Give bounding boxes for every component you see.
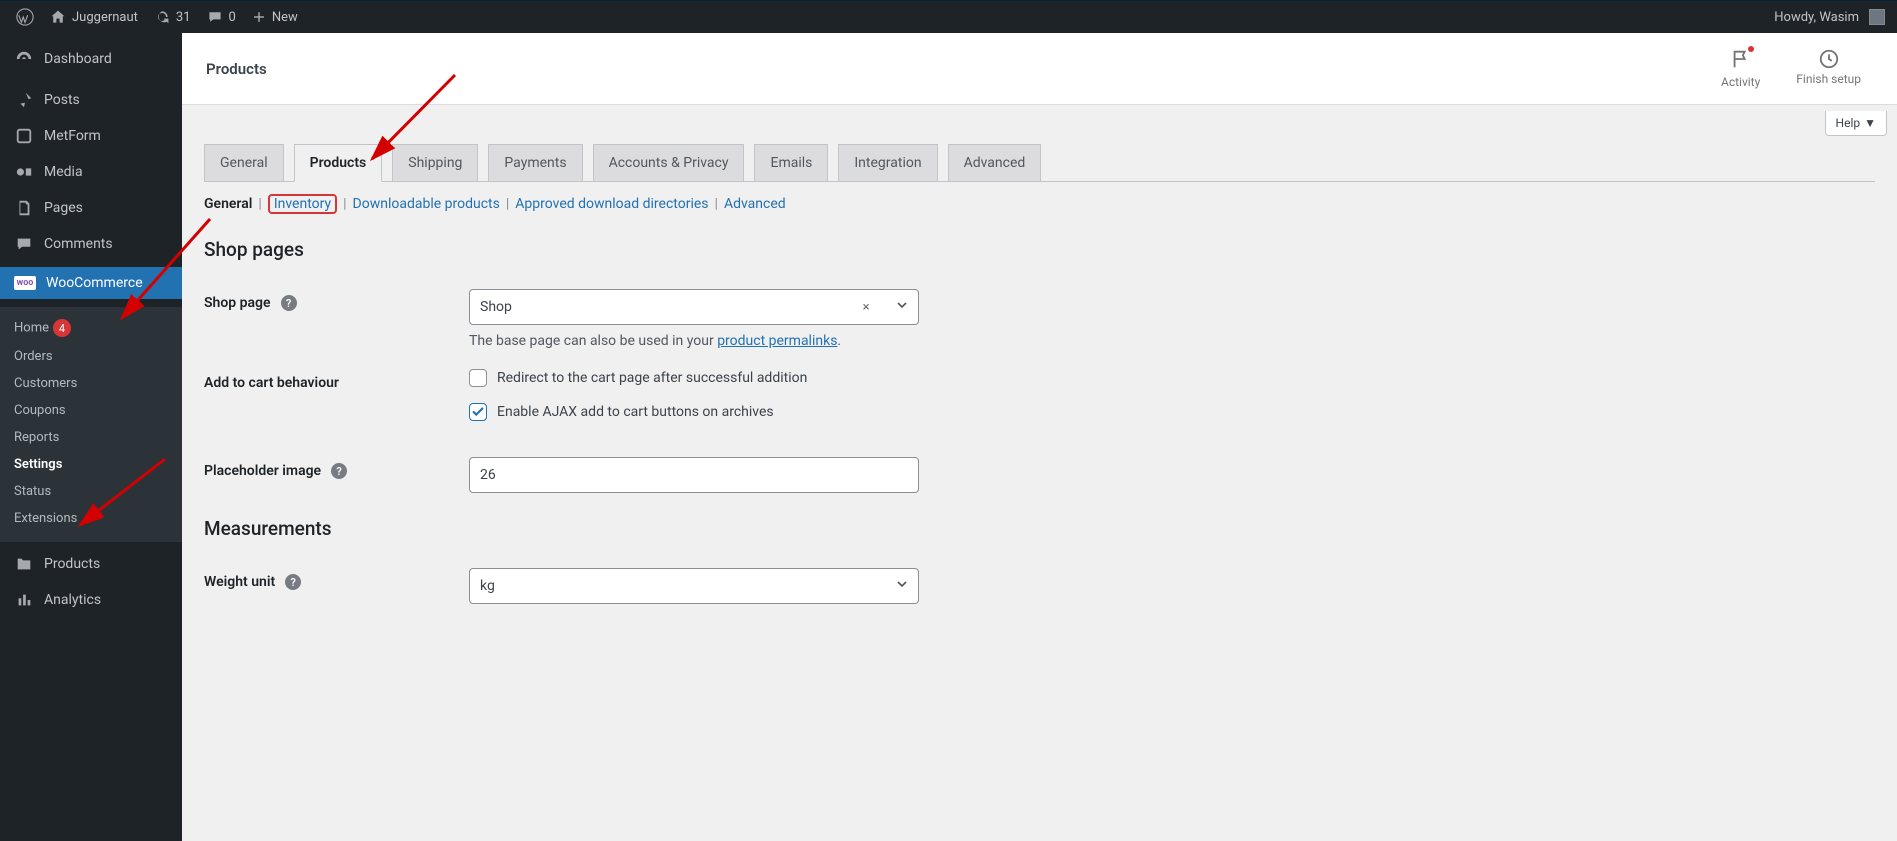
menu-dashboard[interactable]: Dashboard — [0, 41, 182, 77]
shop-page-desc: The base page can also be used in your p… — [469, 333, 1269, 349]
submenu-coupons[interactable]: Coupons — [0, 397, 182, 424]
admin-bar: Juggernaut 31 0 New Howdy, Wasim — [0, 1, 1897, 33]
tab-products[interactable]: Products — [294, 144, 383, 182]
pin-icon — [14, 90, 34, 110]
menu-media[interactable]: Media — [0, 154, 182, 190]
subtab-general[interactable]: General — [204, 196, 252, 212]
tab-accounts-privacy[interactable]: Accounts & Privacy — [593, 144, 745, 181]
submenu-customers[interactable]: Customers — [0, 370, 182, 397]
redirect-checkbox-row[interactable]: Redirect to the cart page after successf… — [469, 369, 1269, 387]
submenu-settings[interactable]: Settings — [0, 451, 182, 478]
updates-link[interactable]: 31 — [146, 1, 199, 33]
help-toggle[interactable]: Help ▼ — [1825, 111, 1887, 136]
comments-count: 0 — [229, 10, 236, 25]
menu-media-label: Media — [44, 164, 83, 180]
products-subtabs: General | Inventory | Downloadable produ… — [204, 182, 1875, 224]
placeholder-image-label: Placeholder image — [204, 463, 321, 479]
tab-general[interactable]: General — [204, 144, 284, 181]
products-icon — [14, 554, 34, 574]
weight-unit-value: kg — [480, 578, 495, 594]
settings-tabs: General Products Shipping Payments Accou… — [204, 144, 1875, 182]
subtab-approved-dirs[interactable]: Approved download directories — [515, 196, 708, 212]
tab-payments[interactable]: Payments — [488, 144, 582, 181]
submenu-status[interactable]: Status — [0, 478, 182, 505]
help-icon[interactable]: ? — [331, 463, 347, 479]
media-icon — [14, 162, 34, 182]
section-shop-pages: Shop pages — [204, 238, 1875, 261]
shop-page-select[interactable]: Shop × — [469, 289, 919, 325]
wordpress-logo[interactable] — [8, 1, 42, 33]
ajax-checkbox[interactable] — [469, 403, 487, 421]
subtab-advanced[interactable]: Advanced — [724, 196, 786, 212]
weight-unit-select[interactable]: kg — [469, 568, 919, 604]
menu-analytics[interactable]: Analytics — [0, 582, 182, 618]
site-name: Juggernaut — [72, 10, 138, 25]
page-title: Products — [206, 60, 267, 78]
redirect-label: Redirect to the cart page after successf… — [497, 370, 807, 386]
home-badge: 4 — [53, 319, 71, 337]
clear-icon[interactable]: × — [863, 300, 870, 315]
comments-link[interactable]: 0 — [199, 1, 244, 33]
woocommerce-submenu: Home4 Orders Customers Coupons Reports S… — [0, 307, 182, 542]
submenu-orders[interactable]: Orders — [0, 343, 182, 370]
chevron-down-icon[interactable] — [896, 299, 908, 315]
submenu-home[interactable]: Home4 — [0, 313, 182, 343]
tab-shipping[interactable]: Shipping — [392, 144, 478, 181]
page-header: Products Activity Finish setup — [182, 33, 1897, 105]
menu-metform-label: MetForm — [44, 128, 101, 144]
notification-dot — [1748, 46, 1754, 52]
redirect-checkbox[interactable] — [469, 369, 487, 387]
woo-icon: woo — [14, 276, 36, 290]
menu-posts-label: Posts — [44, 92, 80, 108]
tab-advanced[interactable]: Advanced — [948, 144, 1042, 181]
weight-unit-label: Weight unit — [204, 574, 275, 590]
shop-page-value: Shop — [480, 299, 512, 315]
section-measurements: Measurements — [204, 517, 1875, 540]
pages-icon — [14, 198, 34, 218]
finish-setup-button[interactable]: Finish setup — [1796, 48, 1861, 86]
help-icon[interactable]: ? — [281, 295, 297, 311]
tab-integration[interactable]: Integration — [838, 144, 937, 181]
site-home[interactable]: Juggernaut — [42, 1, 146, 33]
menu-products[interactable]: Products — [0, 546, 182, 582]
chevron-down-icon — [896, 578, 908, 594]
menu-products-label: Products — [44, 556, 100, 572]
menu-comments-label: Comments — [44, 236, 113, 252]
dashboard-icon — [14, 49, 34, 69]
add-to-cart-label: Add to cart behaviour — [204, 375, 339, 391]
analytics-icon — [14, 590, 34, 610]
menu-woocommerce-label: WooCommerce — [46, 275, 143, 291]
menu-dashboard-label: Dashboard — [44, 51, 112, 67]
new-label: New — [272, 10, 298, 25]
placeholder-image-input[interactable]: 26 — [469, 457, 919, 493]
activity-button[interactable]: Activity — [1721, 48, 1760, 89]
menu-analytics-label: Analytics — [44, 592, 101, 608]
comment-icon — [14, 234, 34, 254]
menu-comments[interactable]: Comments — [0, 226, 182, 262]
product-permalinks-link[interactable]: product permalinks — [717, 333, 837, 349]
ajax-checkbox-row[interactable]: Enable AJAX add to cart buttons on archi… — [469, 403, 1269, 421]
menu-pages-label: Pages — [44, 200, 83, 216]
tab-emails[interactable]: Emails — [754, 144, 828, 181]
caret-down-icon: ▼ — [1864, 116, 1876, 130]
howdy-account[interactable]: Howdy, Wasim — [1774, 9, 1889, 25]
new-link[interactable]: New — [244, 1, 306, 33]
clock-icon — [1818, 48, 1840, 70]
submenu-extensions[interactable]: Extensions — [0, 505, 182, 532]
shop-page-label: Shop page — [204, 295, 271, 311]
help-icon[interactable]: ? — [285, 574, 301, 590]
subtab-inventory[interactable]: Inventory — [268, 194, 337, 214]
menu-metform[interactable]: MetForm — [0, 118, 182, 154]
ajax-label: Enable AJAX add to cart buttons on archi… — [497, 404, 774, 420]
form-icon — [14, 126, 34, 146]
subtab-downloadable[interactable]: Downloadable products — [353, 196, 500, 212]
updates-count: 31 — [176, 10, 191, 25]
avatar — [1869, 9, 1885, 25]
menu-posts[interactable]: Posts — [0, 82, 182, 118]
submenu-reports[interactable]: Reports — [0, 424, 182, 451]
menu-pages[interactable]: Pages — [0, 190, 182, 226]
menu-woocommerce[interactable]: woo WooCommerce — [0, 267, 182, 299]
admin-sidebar: Dashboard Posts MetForm Media Pages Comm… — [0, 33, 182, 841]
